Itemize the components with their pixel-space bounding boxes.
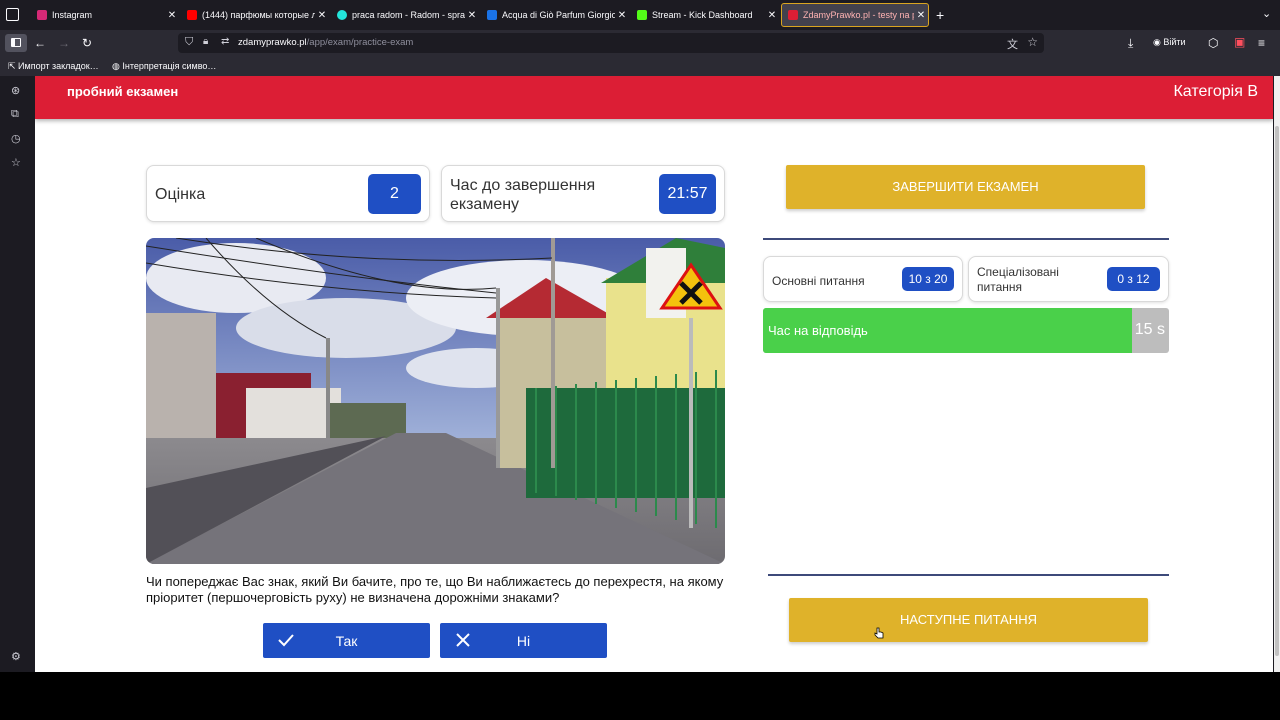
site-header: пробний екзамен Категорія B (35, 76, 1273, 119)
next-question-button[interactable]: НАСТУПНЕ ПИТАННЯ (789, 598, 1148, 642)
kick-icon (637, 10, 647, 20)
bookmark-symbols[interactable]: ◍ Інтерпретація симво… (112, 61, 216, 72)
sidebar-toggle-button[interactable] (5, 34, 27, 52)
browser-sidebar: ⊛ ⧉ ◷ ☆ ⚙ (0, 76, 35, 672)
tab-instagram[interactable]: Instagram ✕ (31, 3, 179, 27)
tab-praca[interactable]: praca radom - Radom - spra ✕ (331, 3, 479, 27)
tab-zdamyprawko[interactable]: ZdamyPrawko.pl - testy na p ✕ (781, 3, 929, 27)
bookmarks-icon[interactable]: ☆ (11, 156, 21, 169)
page-title: пробний екзамен (67, 84, 179, 99)
answer-time-label: Час на відповідь (768, 323, 868, 338)
timer-value: 21:57 (659, 174, 716, 214)
reload-icon[interactable]: ↻ (82, 36, 92, 50)
url-path: /app/exam/practice-exam (306, 37, 414, 48)
tab-fragrantica[interactable]: Acqua di Giò Parfum Giorgio ✕ (481, 3, 629, 27)
tab-overview-icon[interactable] (6, 8, 19, 21)
tab-title: (1444) парфюмы которые л (202, 10, 315, 20)
menu-icon[interactable]: ≡ (1258, 36, 1265, 50)
address-bar[interactable]: ⛉ 🔒︎ ⇄ zdamyprawko.pl/app/exam/practice-… (178, 33, 1044, 53)
close-tab-icon[interactable]: ✕ (914, 10, 928, 21)
finish-exam-button[interactable]: ЗАВЕРШИТИ ЕКЗАМЕН (786, 165, 1145, 209)
exam-timer-card: Час до завершення екзамену 21:57 (441, 165, 725, 222)
answer-no-button[interactable]: Ні (440, 623, 607, 658)
question-text: Чи попереджає Вас знак, який Ви бачите, … (146, 574, 724, 605)
divider (768, 574, 1169, 576)
divider (763, 238, 1169, 240)
hand-cursor-icon (874, 627, 884, 639)
url-text: zdamyprawko.pl/app/exam/practice-exam (238, 37, 413, 48)
score-value: 2 (368, 174, 421, 214)
tab-title: Acqua di Giò Parfum Giorgio (502, 10, 615, 20)
answer-no-label: Ні (516, 633, 531, 649)
fragrantica-icon (487, 10, 497, 20)
tab-title: Instagram (52, 10, 93, 20)
forward-icon[interactable]: → (58, 36, 70, 50)
close-tab-icon[interactable]: ✕ (765, 10, 779, 21)
tab-bar: Instagram ✕ (1444) парфюмы которые л ✕ p… (0, 0, 1280, 30)
tab-youtube[interactable]: (1444) парфюмы которые л ✕ (181, 3, 329, 27)
history-icon[interactable]: ◷ (11, 132, 21, 145)
special-questions-value: 0 з 12 (1107, 267, 1160, 291)
score-card: Оцінка 2 (146, 165, 430, 222)
shield-icon[interactable]: ⛉ (185, 36, 193, 49)
tab-kick[interactable]: Stream - Kick Dashboard ✕ (631, 3, 779, 27)
bookmark-label: Інтерпретація симво… (122, 61, 217, 71)
close-tab-icon[interactable]: ✕ (465, 10, 479, 21)
basic-questions-value: 10 з 20 (902, 267, 954, 291)
synced-tabs-icon[interactable]: ⧉ (11, 108, 19, 121)
basic-questions-card: Основні питання 10 з 20 (763, 256, 963, 302)
close-tab-icon[interactable]: ✕ (315, 10, 329, 21)
downloads-icon[interactable]: ⤓ (1128, 36, 1133, 50)
score-label: Оцінка (155, 186, 206, 203)
url-host: zdamyprawko.pl (238, 37, 307, 48)
next-question-label: НАСТУПНЕ ПИТАННЯ (900, 612, 1037, 627)
instagram-icon (37, 10, 47, 20)
lock-icon[interactable]: 🔒︎ (203, 36, 208, 47)
bookmarks-bar: ⇱ Импорт закладок… ◍ Інтерпретація симво… (0, 56, 1280, 76)
scrollbar-thumb[interactable] (1275, 126, 1279, 656)
translate-icon[interactable]: 文 (1007, 36, 1018, 52)
special-questions-label: Спеціалізовані питання (977, 265, 1059, 294)
list-all-tabs-icon[interactable]: ⌄ (1262, 7, 1271, 20)
browser-window: Instagram ✕ (1444) парфюмы которые л ✕ p… (0, 0, 1280, 672)
finish-exam-label: ЗАВЕРШИТИ ЕКЗАМЕН (892, 179, 1039, 194)
timer-label: Час до завершення екзамену (450, 177, 596, 213)
answer-yes-button[interactable]: Так (263, 623, 430, 658)
category-label: Категорія B (1173, 83, 1258, 100)
permissions-icon[interactable]: ⇄ (221, 36, 229, 47)
answer-time-progress: Час на відповідь 15 s (763, 308, 1169, 353)
special-questions-card: Спеціалізовані питання 0 з 12 (968, 256, 1169, 302)
tab-title: ZdamyPrawko.pl - testy na p (803, 10, 914, 20)
youtube-icon (187, 10, 197, 20)
olx-icon (337, 10, 347, 20)
answer-time-value: 15 s (1134, 321, 1165, 338)
close-tab-icon[interactable]: ✕ (165, 10, 179, 21)
account-label: Війти (1163, 37, 1186, 47)
extension-badge-icon[interactable]: ▣ (1234, 35, 1245, 49)
back-icon[interactable]: ← (34, 36, 46, 50)
new-tab-icon[interactable]: + (936, 7, 944, 23)
close-tab-icon[interactable]: ✕ (615, 10, 629, 21)
settings-gear-icon[interactable]: ⚙ (11, 650, 21, 663)
extensions-icon[interactable]: ⬡ (1208, 36, 1218, 50)
scrollbar[interactable] (1274, 76, 1280, 672)
answer-yes-label: Так (335, 633, 358, 649)
zdamyprawko-icon (788, 10, 798, 20)
question-image (146, 238, 725, 564)
sidebar-icon (11, 38, 21, 47)
bookmark-label: Импорт закладок… (18, 61, 99, 71)
tab-title: Stream - Kick Dashboard (652, 10, 753, 20)
bookmark-star-icon[interactable]: ☆ (1027, 35, 1038, 49)
basic-questions-label: Основні питання (772, 274, 865, 288)
ai-chat-icon[interactable]: ⊛ (11, 84, 20, 97)
tab-title: praca radom - Radom - spra (352, 10, 465, 20)
bookmark-import[interactable]: ⇱ Импорт закладок… (8, 61, 99, 72)
web-page: пробний екзамен Категорія B Оцінка 2 Час… (35, 76, 1273, 672)
account-button[interactable]: ◉ Війти (1153, 37, 1186, 48)
